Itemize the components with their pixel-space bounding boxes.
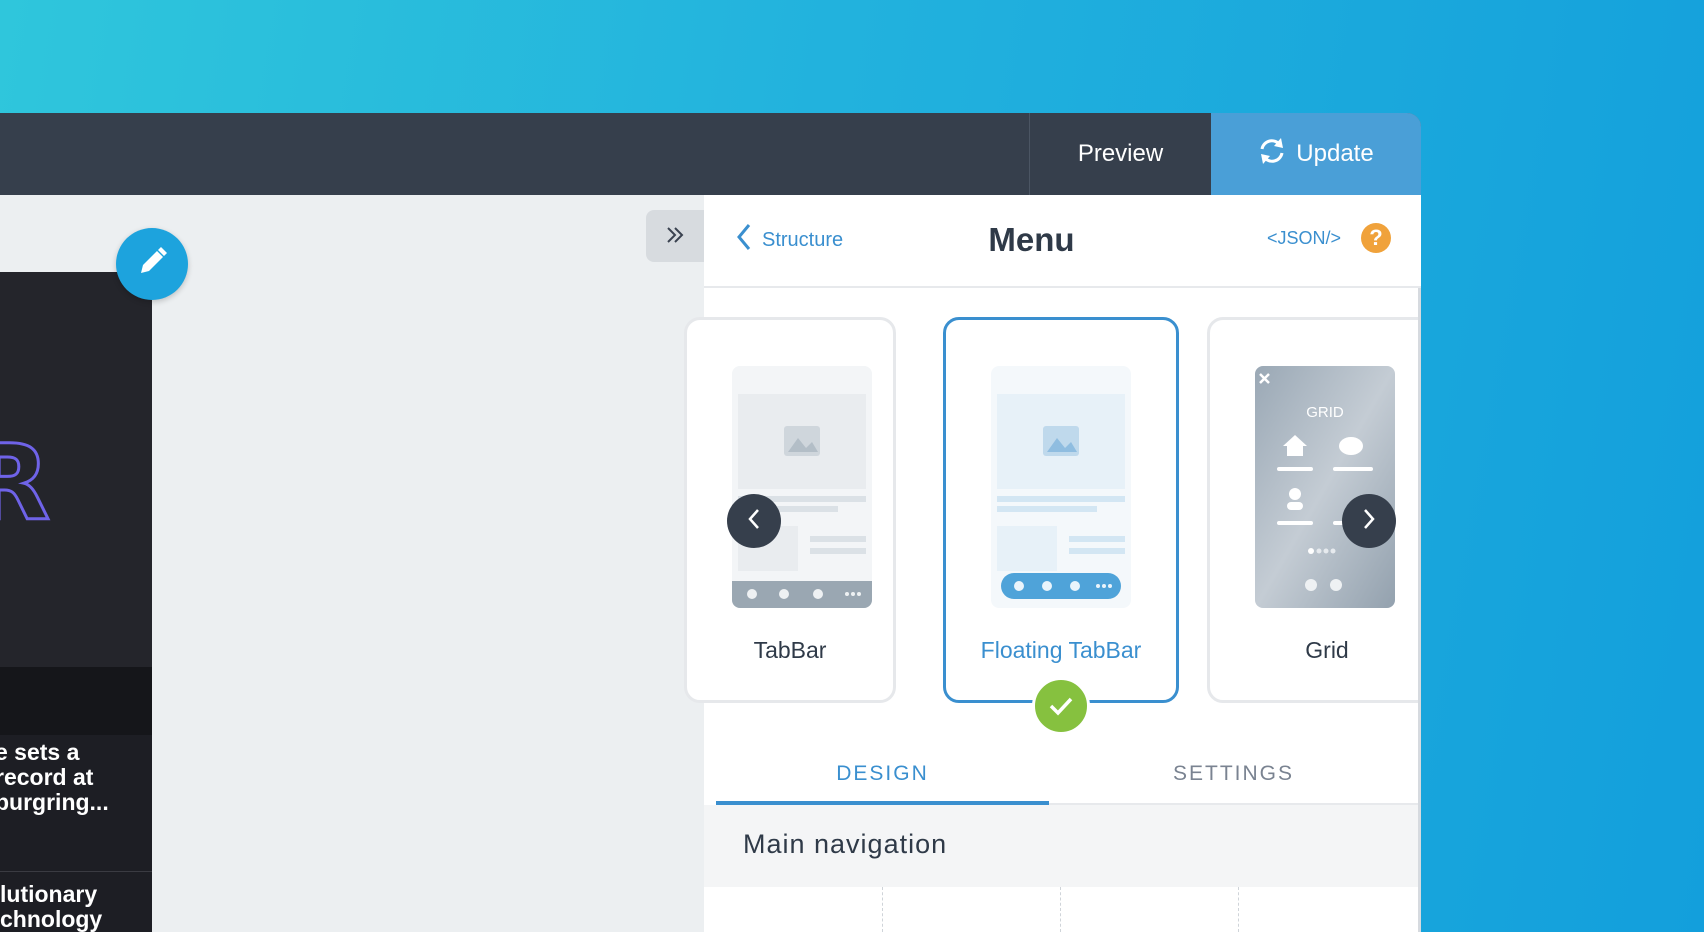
article-1-line: e sets a	[0, 739, 80, 765]
update-button-label: Update	[1296, 140, 1374, 167]
chevron-right-icon	[1361, 508, 1377, 535]
article-1-line: record at	[0, 764, 94, 790]
section-title: Main navigation	[743, 829, 948, 859]
article-divider	[0, 871, 152, 872]
phone-hero: R	[0, 272, 152, 667]
brand-logo: R	[0, 421, 52, 546]
grid-thumbnail-title: GRID	[1306, 404, 1344, 421]
carousel-prev-button[interactable]	[727, 494, 781, 548]
main-navigation-section: Main navigation	[704, 805, 1418, 887]
article-title-2[interactable]: lutionary chnology	[0, 882, 152, 932]
update-button[interactable]: Update	[1211, 113, 1421, 195]
tab-settings[interactable]: SETTINGS	[1049, 745, 1418, 803]
selected-checkmark-icon	[1032, 677, 1090, 735]
double-chevron-right-icon	[665, 221, 685, 252]
tab-design[interactable]: DESIGN	[716, 745, 1049, 805]
help-icon-glyph: ?	[1369, 225, 1383, 250]
menu-style-card-floating-tabbar[interactable]: Floating TabBar	[943, 317, 1179, 703]
pencil-icon	[135, 245, 169, 284]
menu-style-label: TabBar	[753, 637, 827, 663]
navigation-item-slot[interactable]	[882, 887, 1061, 932]
preview-canvas: R e sets a record at burgring... lutiona…	[0, 195, 704, 932]
collapse-panel-button[interactable]	[646, 210, 704, 262]
top-toolbar: Preview Update	[0, 113, 1421, 195]
app-window: Preview Update R e sets a record at burg…	[0, 113, 1421, 932]
tabbar-thumbnail	[732, 366, 872, 608]
article-2-line: lutionary	[0, 881, 98, 907]
carousel-next-button[interactable]	[1342, 494, 1396, 548]
phone-strip	[0, 667, 152, 735]
floating-tabbar-thumbnail	[991, 366, 1131, 608]
refresh-icon	[1258, 136, 1286, 173]
navigation-item-slot[interactable]	[1060, 887, 1239, 932]
menu-style-card-tabbar[interactable]: TabBar	[684, 317, 896, 703]
preview-button[interactable]: Preview	[1030, 113, 1211, 195]
article-1-line: burgring...	[0, 789, 109, 815]
navigation-items-row	[704, 887, 1418, 932]
panel-tabs: DESIGN SETTINGS	[716, 745, 1418, 805]
edit-button[interactable]	[116, 228, 188, 300]
menu-style-label: Grid	[1305, 637, 1349, 663]
panel-header: Structure Menu <JSON/> ?	[704, 195, 1421, 288]
chevron-left-icon	[746, 508, 762, 535]
json-link[interactable]: <JSON/>	[1267, 228, 1341, 249]
menu-style-label: Floating TabBar	[980, 637, 1142, 663]
preview-button-label: Preview	[1077, 140, 1164, 167]
article-title-1[interactable]: e sets a record at burgring...	[0, 740, 152, 815]
navigation-item-slot[interactable]	[704, 887, 883, 932]
grid-thumbnail: GRID	[1255, 366, 1395, 608]
help-icon[interactable]: ?	[1361, 223, 1391, 253]
navigation-item-slot[interactable]	[1238, 887, 1416, 932]
article-2-line: chnology	[0, 906, 103, 932]
menu-settings-panel: Structure Menu <JSON/> ? TabBar Floating…	[684, 195, 1421, 932]
phone-preview[interactable]: R e sets a record at burgring... lutiona…	[0, 272, 152, 932]
panel-title: Menu	[988, 221, 1075, 258]
panel-scrollbar[interactable]	[1418, 288, 1421, 932]
